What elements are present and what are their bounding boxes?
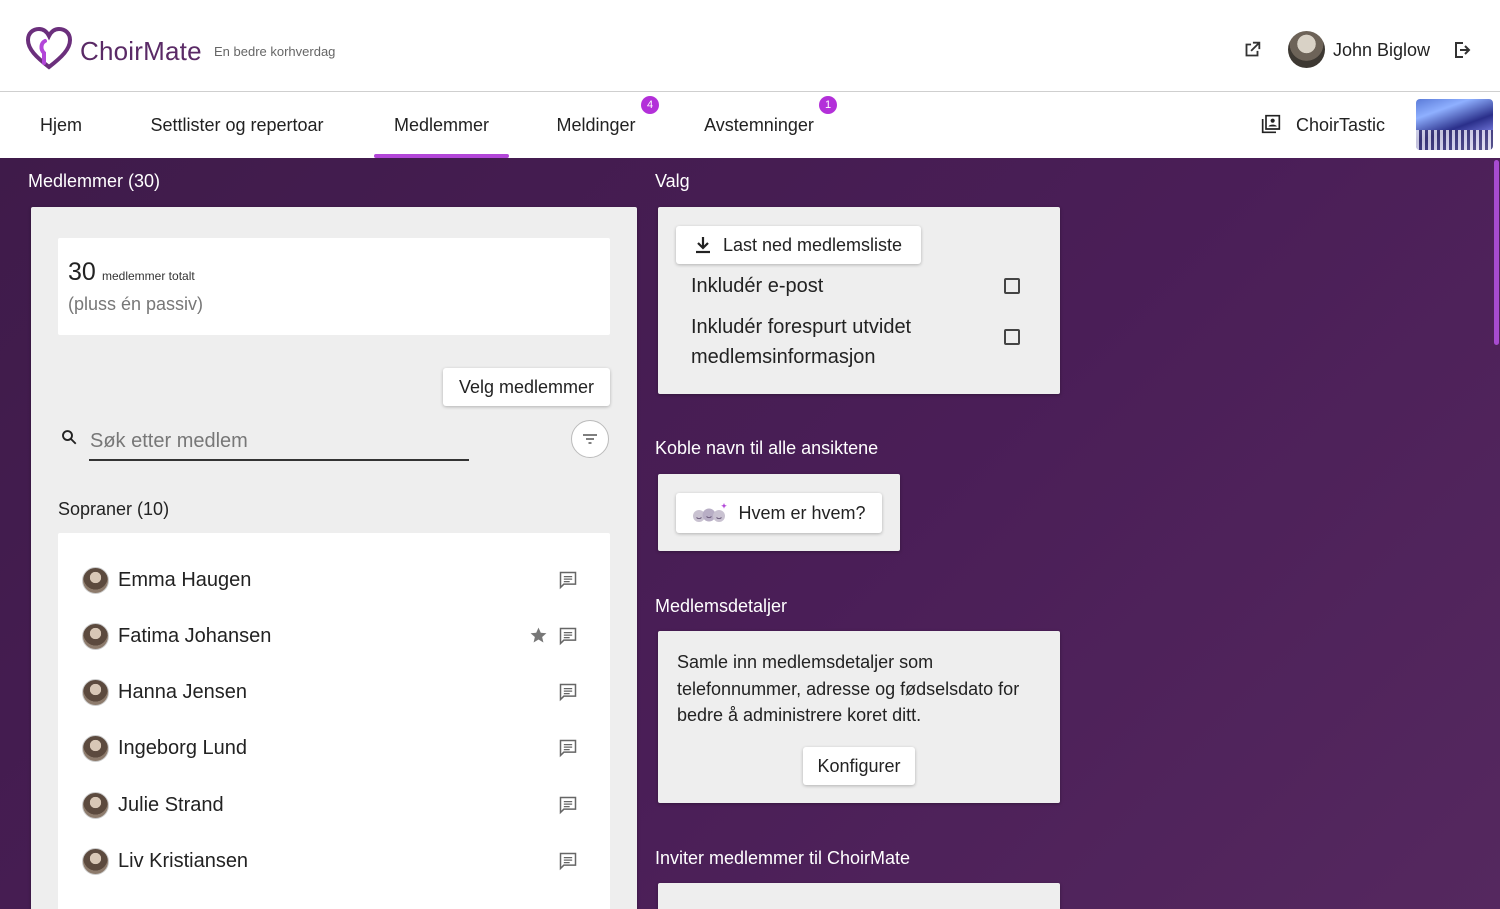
logout-icon[interactable] [1451, 38, 1475, 62]
top-bar: ChoirMate En bedre korhverdag John Biglo… [0, 0, 1500, 92]
filter-icon [583, 434, 597, 444]
member-name[interactable]: Fatima Johansen [118, 625, 271, 648]
tab-avstemninger[interactable]: Avstemninger [686, 93, 832, 158]
tab-label: Avstemninger [704, 115, 814, 135]
member-name[interactable]: Hanna Jensen [118, 681, 247, 704]
star-icon[interactable] [529, 626, 548, 645]
who-is-who-label: Hvem er hvem? [738, 502, 866, 523]
include-email-checkbox[interactable] [1004, 278, 1020, 294]
brand-name: ChoirMate [80, 36, 202, 66]
tab-label: Medlemmer [393, 115, 490, 135]
message-icon[interactable] [558, 738, 578, 758]
list-item[interactable]: Hanna Jensen [58, 664, 610, 720]
members-title: Medlemmer (30) [28, 171, 161, 191]
details-panel: Samle inn medlemsdetaljer som telefonnum… [658, 631, 1060, 803]
members-passive-note: (pluss én passiv) [68, 294, 204, 314]
select-members-button[interactable]: Velg medlemmer [443, 368, 610, 406]
tab-hjem[interactable]: Hjem [24, 93, 98, 158]
main-content: Medlemmer (30) 30 medlemmer totalt (plus… [0, 158, 1500, 909]
member-avatar [82, 792, 109, 819]
details-title: Medlemsdetaljer [655, 596, 788, 616]
tab-meldinger[interactable]: Meldinger [538, 93, 654, 158]
faces-panel: Hvem er hvem? [658, 474, 900, 551]
invite-panel [658, 883, 1060, 909]
tab-label: Settlister og repertoar [150, 115, 324, 135]
include-extended-checkbox[interactable] [1004, 329, 1020, 345]
include-extended-label: Inkludér forespurt utvidet medlemsinform… [691, 316, 912, 368]
avstemninger-badge: 1 [819, 96, 837, 114]
options-title: Valg [655, 171, 690, 191]
scrollbar[interactable] [1494, 160, 1499, 345]
member-name[interactable]: Ingeborg Lund [118, 737, 247, 760]
who-is-who-button[interactable]: Hvem er hvem? [676, 493, 882, 533]
member-avatar [82, 623, 109, 650]
member-avatar [82, 735, 109, 762]
member-search-input[interactable] [89, 423, 469, 461]
open-external-icon[interactable] [1241, 39, 1263, 61]
list-item[interactable]: Fatima Johansen [58, 608, 610, 664]
list-item[interactable]: Ingeborg Lund [58, 720, 610, 776]
list-item[interactable]: Emma Haugen [58, 552, 610, 608]
choir-name[interactable]: ChoirTastic [1296, 115, 1385, 136]
soprano-group-title: Sopraner (10) [58, 499, 170, 519]
details-description: Samle inn medlemsdetaljer som telefonnum… [677, 652, 1020, 725]
meldinger-badge: 4 [641, 96, 659, 114]
message-icon[interactable] [558, 570, 578, 590]
members-total-count: 30 [68, 258, 96, 286]
include-email-label: Inkludér e-post [691, 275, 824, 297]
faces-title: Koble navn til alle ansiktene [655, 438, 879, 458]
members-total-card: 30 medlemmer totalt (pluss én passiv) [58, 238, 610, 335]
choir-image[interactable] [1416, 99, 1493, 150]
download-button-label: Last ned medlemsliste [722, 234, 903, 255]
user-name[interactable]: John Biglow [1333, 40, 1430, 61]
member-name[interactable]: Liv Kristiansen [118, 850, 248, 873]
tagline: En bedre korhverdag [214, 44, 336, 59]
message-icon[interactable] [558, 682, 578, 702]
options-panel: Last ned medlemsliste Inkludér e-post In… [658, 207, 1060, 394]
main-navigation: Hjem Settlister og repertoar Medlemmer M… [0, 93, 1500, 158]
message-icon[interactable] [558, 626, 578, 646]
choirmate-logo-icon[interactable] [26, 27, 72, 71]
message-icon[interactable] [558, 851, 578, 871]
choir-switch-icon[interactable] [1261, 114, 1281, 134]
member-avatar [82, 679, 109, 706]
search-icon [62, 430, 77, 445]
invite-title: Inviter medlemmer til ChoirMate [655, 848, 911, 868]
member-avatar [82, 848, 109, 875]
member-name[interactable]: Emma Haugen [118, 569, 251, 592]
tab-medlemmer[interactable]: Medlemmer [374, 93, 509, 158]
member-list: Emma Haugen Fatima Johansen Hanna Jensen… [58, 533, 610, 909]
members-total-label: medlemmer totalt [102, 269, 195, 283]
member-avatar [82, 567, 109, 594]
filter-button[interactable] [571, 420, 609, 458]
faces-icon [693, 503, 728, 522]
message-icon[interactable] [558, 795, 578, 815]
user-avatar[interactable] [1288, 31, 1325, 68]
tab-settlister[interactable]: Settlister og repertoar [132, 93, 342, 158]
list-item[interactable]: Julie Strand [58, 777, 610, 833]
configure-button[interactable]: Konfigurer [803, 747, 915, 785]
tab-label: Meldinger [556, 115, 636, 135]
download-icon [695, 237, 710, 254]
download-member-list-button[interactable]: Last ned medlemsliste [676, 226, 921, 264]
list-item[interactable]: Liv Kristiansen [58, 833, 610, 889]
member-name[interactable]: Julie Strand [118, 794, 224, 817]
tab-label: Hjem [39, 115, 82, 135]
